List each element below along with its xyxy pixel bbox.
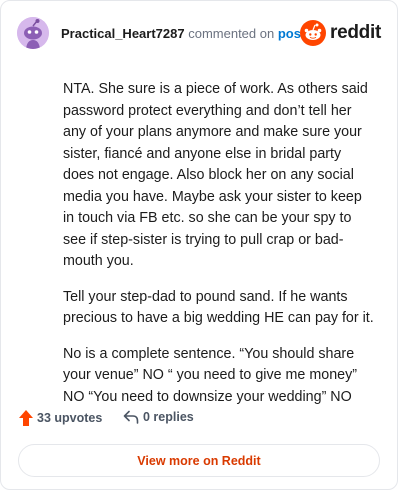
comment-paragraph-1: NTA. She sure is a piece of work. As oth… bbox=[63, 81, 368, 269]
comment-paragraph-3: No is a complete sentence. “You should s… bbox=[63, 345, 358, 405]
comment-card: Practical_Heart7287 commented on post re… bbox=[0, 0, 398, 490]
username[interactable]: Practical_Heart7287 bbox=[61, 26, 185, 41]
upvotes[interactable]: 33 upvotes bbox=[19, 410, 102, 426]
upvote-arrow-icon bbox=[19, 410, 33, 426]
reddit-brand[interactable]: reddit bbox=[300, 20, 381, 46]
comment-footer: 33 upvotes 0 replies bbox=[19, 410, 379, 430]
reddit-logo-icon bbox=[300, 20, 327, 46]
upvote-count: 33 upvotes bbox=[37, 411, 103, 425]
comment-meta: Practical_Heart7287 commented on post bbox=[61, 26, 305, 41]
replies[interactable]: 0 replies bbox=[123, 410, 194, 424]
comment-paragraph-2: Tell your step-dad to pound sand. If he … bbox=[63, 288, 374, 327]
action-text: commented on bbox=[188, 26, 275, 41]
reply-arrow-icon bbox=[123, 410, 139, 424]
view-more-button[interactable]: View more on Reddit bbox=[18, 444, 380, 477]
comment-body: NTA. She sure is a piece of work. As oth… bbox=[63, 79, 375, 422]
reddit-wordmark: reddit bbox=[330, 22, 381, 43]
reply-count: 0 replies bbox=[143, 410, 194, 424]
comment-header: Practical_Heart7287 commented on post re… bbox=[17, 17, 381, 51]
snoo-avatar-icon[interactable] bbox=[17, 17, 49, 49]
